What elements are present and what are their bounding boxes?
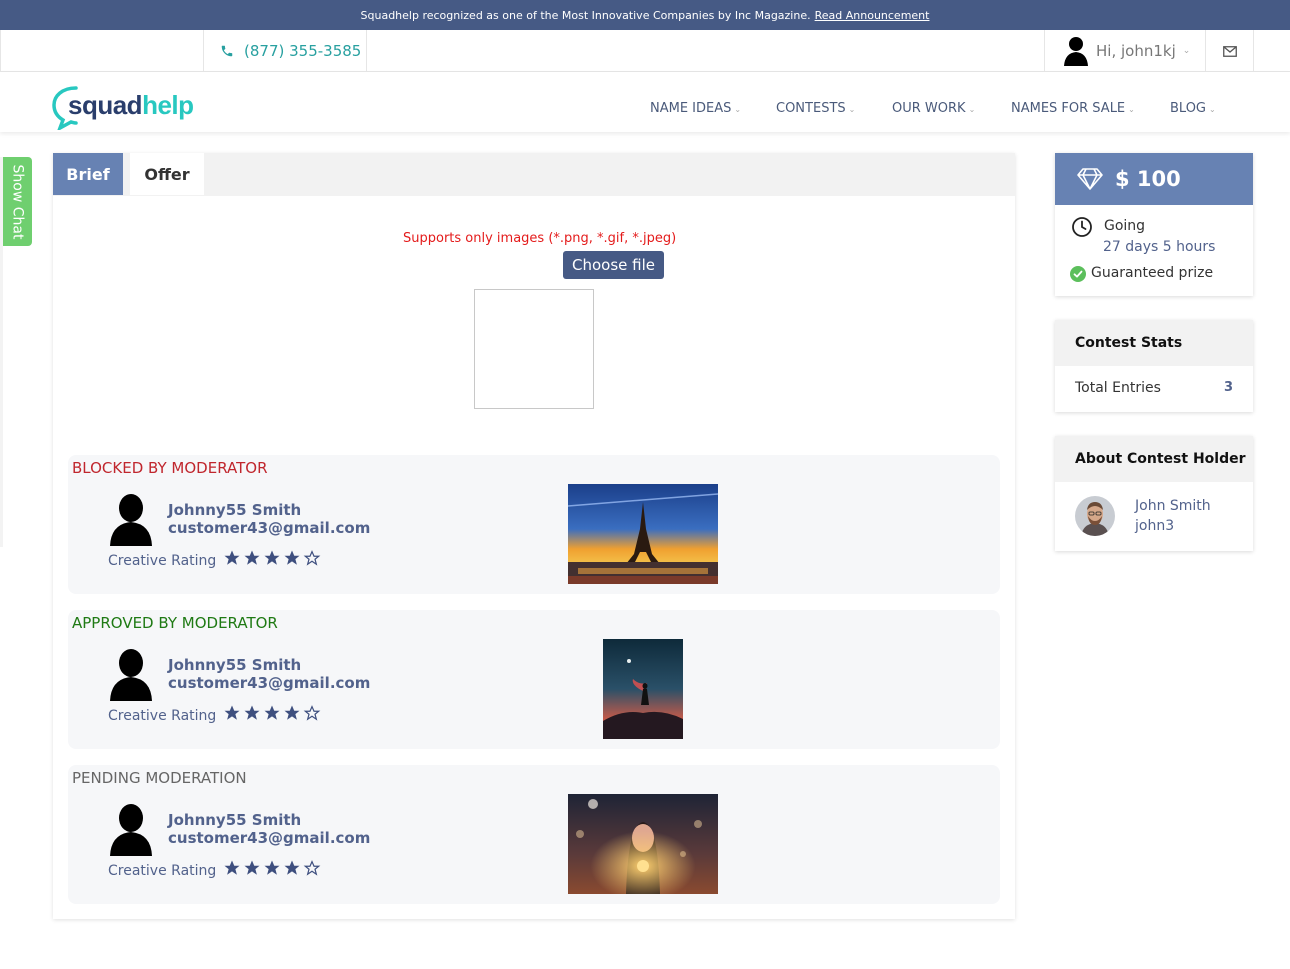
rating-stars[interactable] — [223, 549, 321, 567]
offer-user-name[interactable]: Johnny55 Smith — [168, 811, 301, 829]
user-avatar-icon — [1064, 37, 1088, 66]
star-filled-icon[interactable] — [243, 704, 261, 722]
announcement-bar: Squadhelp recognized as one of the Most … — [0, 0, 1290, 30]
prize-amount: $ 100 — [1115, 167, 1181, 191]
star-filled-icon[interactable] — [243, 549, 261, 567]
user-greeting: Hi, john1kj — [1096, 42, 1176, 60]
offer-user-email: customer43@gmail.com — [168, 829, 371, 847]
rating-stars[interactable] — [223, 859, 321, 877]
offer-image[interactable] — [568, 484, 718, 584]
contest-stats-title: Contest Stats — [1055, 320, 1253, 366]
holder-name[interactable]: John Smith — [1135, 498, 1211, 514]
star-filled-icon[interactable] — [223, 859, 241, 877]
guaranteed-prize-label: Guaranteed prize — [1091, 265, 1214, 281]
star-filled-icon[interactable] — [283, 549, 301, 567]
phone-link[interactable]: (877) 355-3585 — [204, 30, 367, 72]
user-menu[interactable]: Hi, john1kj ⌄ — [1044, 30, 1206, 72]
contest-holder-title: About Contest Holder — [1055, 436, 1253, 482]
star-empty-icon[interactable] — [303, 704, 321, 722]
phone-icon — [221, 45, 233, 57]
offer-card: APPROVED BY MODERATOR Johnny55 Smith cus… — [68, 610, 1000, 749]
chevron-down-icon: ⌄ — [1182, 46, 1191, 56]
star-filled-icon[interactable] — [283, 859, 301, 877]
nav-contests[interactable]: CONTESTS ⌄ — [776, 101, 855, 116]
chevron-down-icon: ⌄ — [1209, 105, 1216, 114]
holder-info: John Smith john3 — [1055, 482, 1253, 551]
total-entries-value: 3 — [1223, 380, 1233, 395]
contact-bar-spacer — [0, 30, 204, 72]
girl-with-lights-photo — [568, 794, 718, 894]
logo[interactable]: squadhelp — [52, 84, 194, 130]
offer-card: BLOCKED BY MODERATOR Johnny55 Smith cust… — [68, 455, 1000, 594]
tab-offer[interactable]: Offer — [130, 153, 204, 195]
offer-user-name[interactable]: Johnny55 Smith — [168, 501, 301, 519]
mail-icon — [1222, 45, 1237, 57]
mail-button[interactable] — [1206, 30, 1254, 72]
show-chat-button[interactable]: Show Chat — [3, 157, 32, 246]
chevron-down-icon: ⌄ — [1128, 105, 1135, 114]
star-filled-icon[interactable] — [263, 549, 281, 567]
holder-nickname: john3 — [1135, 518, 1175, 534]
total-entries-row: Total Entries 3 — [1055, 366, 1253, 412]
read-announcement-link[interactable]: Read Announcement — [815, 9, 930, 22]
star-filled-icon[interactable] — [283, 704, 301, 722]
offer-user-email: customer43@gmail.com — [168, 519, 371, 537]
check-circle-icon — [1070, 266, 1086, 282]
star-filled-icon[interactable] — [223, 704, 241, 722]
chevron-down-icon: ⌄ — [848, 105, 856, 114]
star-filled-icon[interactable] — [263, 859, 281, 877]
contest-panel: Brief Offer Supports only images (*.png,… — [53, 153, 1015, 919]
upload-support-text: Supports only images (*.png, *.gif, *.jp… — [403, 231, 677, 246]
offer-status: BLOCKED BY MODERATOR — [72, 459, 268, 477]
user-avatar-icon — [110, 649, 152, 701]
show-chat-label: Show Chat — [9, 164, 26, 239]
holder-avatar[interactable] — [1075, 496, 1115, 536]
star-filled-icon[interactable] — [243, 859, 261, 877]
user-avatar-icon — [110, 804, 152, 856]
tab-brief[interactable]: Brief — [53, 153, 123, 195]
time-left: 27 days 5 hours — [1103, 239, 1216, 255]
contest-holder-card: About Contest Holder John Smith john3 — [1055, 436, 1253, 551]
offer-status: PENDING MODERATION — [72, 769, 247, 787]
nav-name-ideas[interactable]: NAME IDEAS ⌄ — [650, 101, 741, 116]
rating-stars[interactable] — [223, 704, 321, 722]
offer-user-email: customer43@gmail.com — [168, 674, 371, 692]
logo-text: squadhelp — [68, 90, 194, 120]
chevron-down-icon: ⌄ — [734, 105, 742, 114]
prize-card: $ 100 Going 27 days 5 hours Guaranteed p… — [1055, 153, 1253, 296]
holder-photo — [1075, 496, 1115, 536]
creative-rating-label: Creative Rating — [108, 708, 217, 724]
chevron-down-icon: ⌄ — [968, 105, 976, 114]
silhouette-photo — [603, 639, 683, 739]
nav-blog[interactable]: BLOG ⌄ — [1170, 101, 1216, 116]
star-empty-icon[interactable] — [303, 859, 321, 877]
main-navbar: squadhelp NAME IDEAS ⌄ CONTESTS ⌄ OUR WORK… — [0, 72, 1290, 132]
choose-file-button[interactable]: Choose file — [563, 251, 664, 279]
nav-names-for-sale[interactable]: NAMES FOR SALE ⌄ — [1011, 101, 1135, 116]
user-avatar-icon — [110, 494, 152, 546]
star-filled-icon[interactable] — [263, 704, 281, 722]
eiffel-tower-photo — [568, 484, 718, 584]
creative-rating-label: Creative Rating — [108, 863, 217, 879]
contact-bar: (877) 355-3585 Hi, john1kj ⌄ — [0, 30, 1290, 72]
clock-icon — [1072, 217, 1092, 237]
offer-image[interactable] — [603, 639, 683, 739]
image-preview — [474, 289, 594, 409]
prize-header: $ 100 — [1055, 153, 1253, 205]
announcement-text: Squadhelp recognized as one of the Most … — [360, 8, 811, 22]
star-filled-icon[interactable] — [223, 549, 241, 567]
creative-rating-label: Creative Rating — [108, 553, 217, 569]
nav-our-work[interactable]: OUR WORK ⌄ — [892, 101, 975, 116]
total-entries-label: Total Entries — [1075, 380, 1161, 396]
offer-image[interactable] — [568, 794, 718, 894]
tab-bar: Brief Offer — [53, 153, 1015, 196]
contest-stats-card: Contest Stats Total Entries 3 — [1055, 320, 1253, 412]
contest-status: Going — [1104, 218, 1146, 234]
diamond-icon — [1077, 168, 1103, 190]
offer-user-name[interactable]: Johnny55 Smith — [168, 656, 301, 674]
star-empty-icon[interactable] — [303, 549, 321, 567]
offer-card: PENDING MODERATION Johnny55 Smith custom… — [68, 765, 1000, 904]
phone-number: (877) 355-3585 — [244, 42, 362, 60]
offer-status: APPROVED BY MODERATOR — [72, 614, 278, 632]
